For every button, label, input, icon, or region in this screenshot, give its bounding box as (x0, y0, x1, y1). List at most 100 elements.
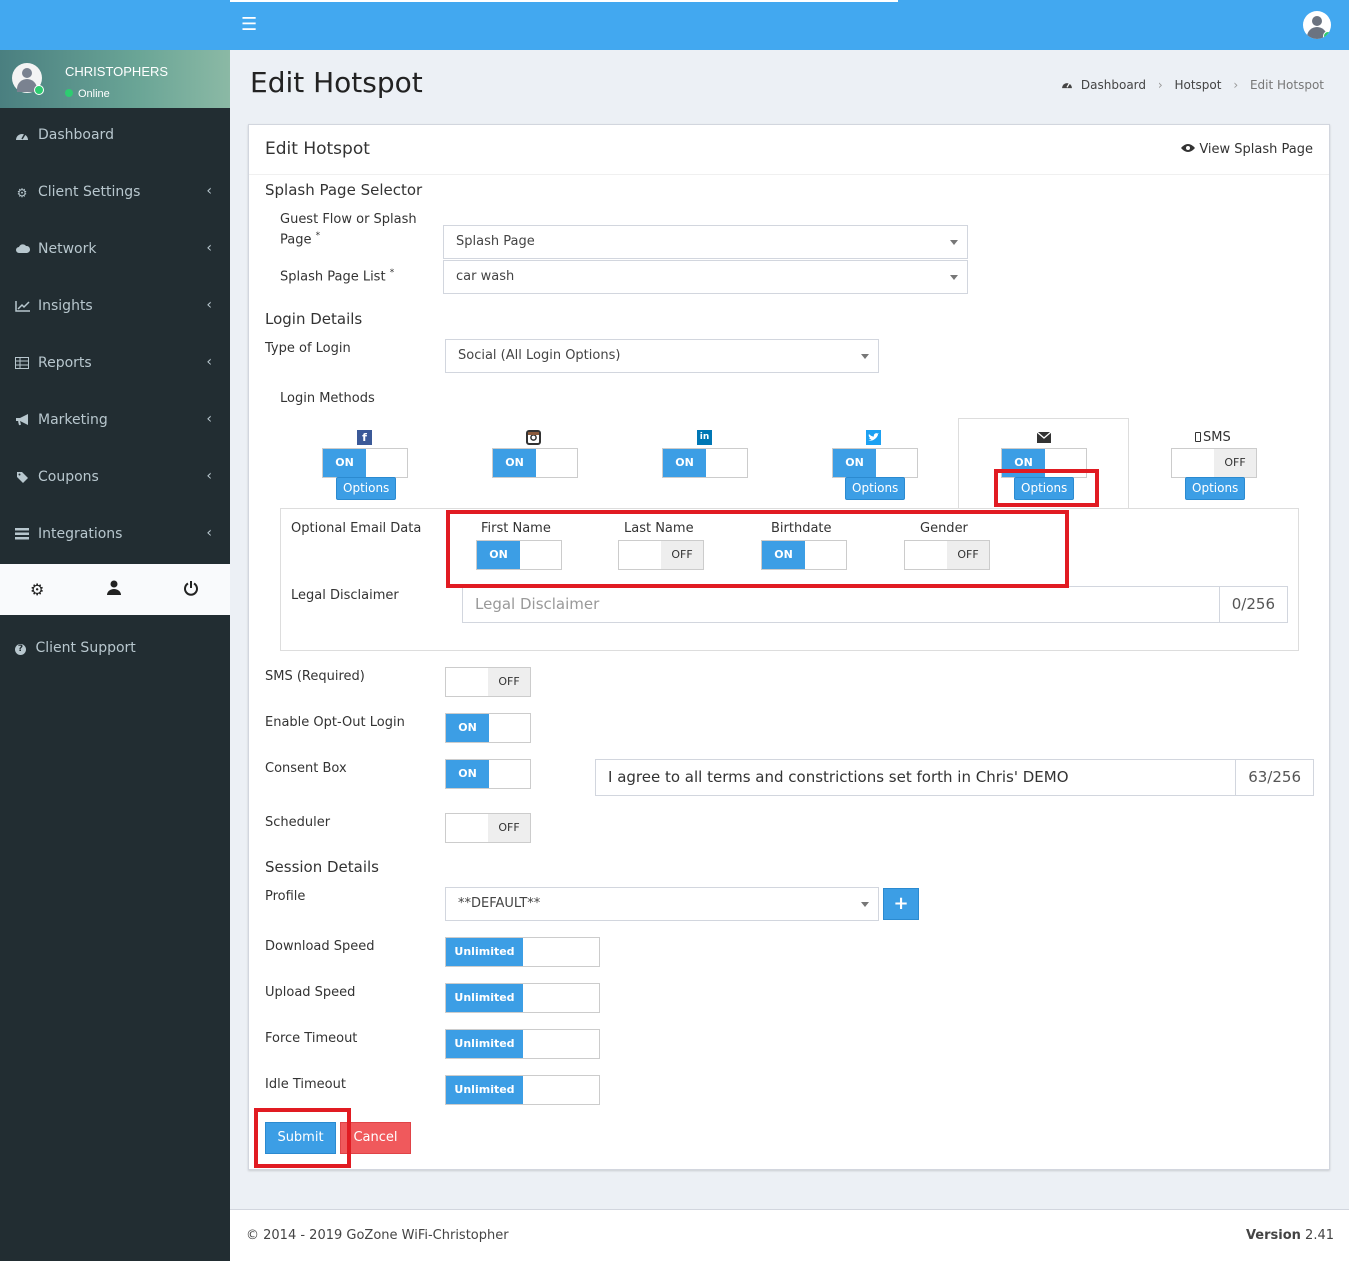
hamburger-icon[interactable]: ☰ (241, 16, 257, 34)
optional-email-data-label: Optional Email Data (291, 521, 422, 536)
profile-select[interactable]: **DEFAULT** (445, 887, 879, 921)
facebook-icon[interactable]: f (357, 430, 372, 445)
upload-speed-label: Upload Speed (265, 985, 356, 1000)
power-icon[interactable] (183, 580, 199, 600)
brand-area (0, 0, 230, 50)
sidebar-item-coupons[interactable]: Coupons ‹ (0, 450, 230, 507)
version: Version 2.41 (1245, 1228, 1334, 1243)
cloud-icon (15, 243, 31, 257)
upload-speed-toggle[interactable]: Unlimited (445, 983, 600, 1013)
profile-user-icon[interactable] (107, 580, 121, 599)
tag-icon (15, 471, 29, 485)
linkedin-toggle[interactable]: ON (662, 448, 748, 478)
breadcrumb-current: Edit Hotspot (1249, 78, 1324, 92)
twitter-options-button[interactable]: Options (845, 477, 906, 500)
facebook-options-button[interactable]: Options (336, 477, 397, 500)
opt-out-login-toggle[interactable]: ON (445, 713, 531, 743)
view-splash-page-link[interactable]: View Splash Page (1181, 142, 1313, 157)
force-timeout-toggle[interactable]: Unlimited (445, 1029, 600, 1059)
online-dot-icon (65, 89, 73, 97)
page-title: Edit Hotspot (250, 66, 423, 99)
settings-gear-icon[interactable]: ⚙ (30, 580, 44, 599)
chevron-left-icon: ‹ (206, 240, 212, 256)
eye-icon (1181, 142, 1199, 157)
consent-box-toggle[interactable]: ON (445, 759, 531, 789)
highlight-email-options (994, 469, 1099, 507)
sidebar-item-network[interactable]: Network ‹ (0, 222, 230, 279)
avatar (12, 63, 44, 95)
opt-out-login-label: Enable Opt-Out Login (265, 715, 405, 730)
user-avatar-icon[interactable] (1303, 11, 1331, 39)
chart-line-icon (15, 300, 30, 314)
plus-icon: + (893, 893, 909, 914)
chevron-down-icon (861, 354, 869, 359)
sidebar-item-label: Coupons (38, 469, 99, 485)
dashboard-icon (1061, 78, 1077, 92)
splash-page-list-label: Splash Page List * (280, 268, 395, 285)
sms-options-button[interactable]: Options (1185, 477, 1246, 500)
login-methods-label: Login Methods (280, 391, 375, 406)
sidebar-item-marketing[interactable]: Marketing ‹ (0, 393, 230, 450)
sidebar: CHRISTOPHERS Online Dashboard ⚙ Client S… (0, 50, 230, 1261)
legal-disclaimer-input[interactable]: Legal Disclaimer 0/256 (462, 586, 1288, 623)
add-profile-button[interactable]: + (883, 888, 919, 920)
sidebar-item-label: Client Settings (38, 184, 141, 200)
twitter-toggle[interactable]: ON (832, 448, 918, 478)
legal-disclaimer-counter: 0/256 (1218, 587, 1287, 622)
legal-disclaimer-label: Legal Disclaimer (291, 588, 399, 603)
online-dot (1323, 31, 1331, 39)
envelope-icon[interactable] (1036, 431, 1052, 447)
sidebar-item-reports[interactable]: Reports ‹ (0, 336, 230, 393)
sidebar-item-integrations[interactable]: Integrations ‹ (0, 507, 230, 564)
user-status: Online (65, 88, 110, 100)
profile-label: Profile (265, 889, 306, 904)
chevron-down-icon (950, 275, 958, 280)
scheduler-label: Scheduler (265, 815, 331, 830)
sms-required-toggle[interactable]: OFF (445, 667, 531, 697)
splash-selector-title: Splash Page Selector (265, 181, 423, 199)
divider (249, 174, 1329, 175)
instagram-toggle[interactable]: ON (492, 448, 578, 478)
sms-method-label[interactable]: SMS (1195, 430, 1231, 445)
guest-flow-select[interactable]: Splash Page (443, 225, 968, 259)
idle-timeout-toggle[interactable]: Unlimited (445, 1075, 600, 1105)
type-of-login-select[interactable]: Social (All Login Options) (445, 339, 879, 373)
download-speed-toggle[interactable]: Unlimited (445, 937, 600, 967)
chevron-down-icon (861, 902, 869, 907)
list-icon (15, 528, 29, 542)
legal-disclaimer-placeholder[interactable]: Legal Disclaimer (463, 587, 611, 622)
chevron-left-icon: ‹ (206, 183, 212, 199)
scheduler-toggle[interactable]: OFF (445, 813, 531, 843)
force-timeout-label: Force Timeout (265, 1031, 358, 1046)
copyright: © 2014 - 2019 GoZone WiFi-Christopher (246, 1228, 509, 1243)
sidebar-item-client-settings[interactable]: ⚙ Client Settings ‹ (0, 165, 230, 222)
sidebar-item-label: Reports (38, 355, 92, 371)
sms-required-label: SMS (Required) (265, 669, 365, 684)
guest-flow-label: Guest Flow or Splash Page * (280, 212, 417, 248)
consent-text-value[interactable]: I agree to all terms and constrictions s… (596, 760, 1081, 795)
consent-text-counter: 63/256 (1235, 760, 1313, 795)
breadcrumb-hotspot[interactable]: Hotspot (1174, 78, 1221, 92)
sidebar-item-label: Dashboard (38, 127, 114, 143)
footer: © 2014 - 2019 GoZone WiFi-Christopher Ve… (230, 1209, 1349, 1261)
consent-box-label: Consent Box (265, 761, 347, 776)
facebook-toggle[interactable]: ON (322, 448, 408, 478)
breadcrumb: Dashboard › Hotspot › Edit Hotspot (1061, 78, 1324, 92)
chevron-down-icon (950, 240, 958, 245)
sidebar-item-dashboard[interactable]: Dashboard (0, 108, 230, 165)
splash-page-list-select[interactable]: car wash (443, 260, 968, 294)
instagram-icon[interactable] (526, 430, 541, 445)
user-name: CHRISTOPHERS (65, 64, 169, 79)
sidebar-item-label: Integrations (38, 526, 123, 542)
sidebar-item-client-support[interactable]: ? Client Support (15, 640, 136, 656)
question-circle-icon: ? (15, 644, 26, 655)
consent-text-input[interactable]: I agree to all terms and constrictions s… (595, 759, 1314, 796)
breadcrumb-dashboard[interactable]: Dashboard (1081, 78, 1146, 92)
twitter-icon[interactable] (866, 430, 881, 445)
sidebar-item-insights[interactable]: Insights ‹ (0, 279, 230, 336)
login-details-title: Login Details (265, 310, 363, 328)
sidebar-item-label: Marketing (38, 412, 108, 428)
user-panel: CHRISTOPHERS Online (0, 50, 230, 108)
linkedin-icon[interactable]: in (697, 430, 712, 445)
sms-toggle[interactable]: OFF (1171, 448, 1257, 478)
